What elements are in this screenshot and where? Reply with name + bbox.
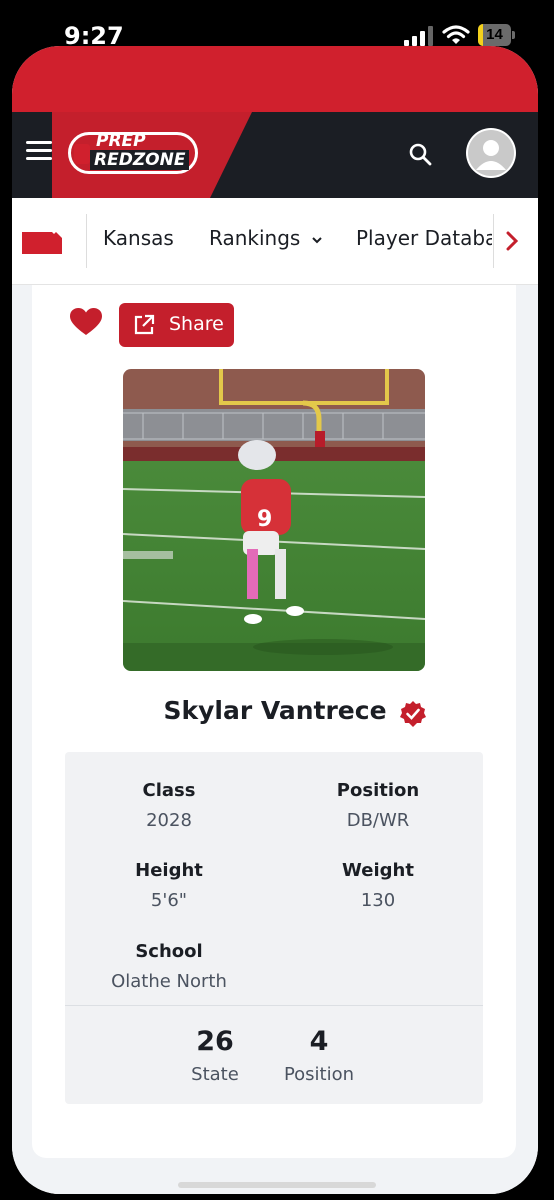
player-info-box: Class 2028 Position DB/WR Height 5'6" We… xyxy=(65,752,483,1104)
share-label: Share xyxy=(169,313,224,335)
position-rank-label: Position xyxy=(283,1064,355,1085)
logo-badge-icon xyxy=(74,144,90,164)
height-label: Height xyxy=(135,860,203,881)
subnav-divider xyxy=(86,214,87,268)
search-icon[interactable] xyxy=(408,142,432,166)
info-divider xyxy=(65,1005,483,1006)
state-rank-value: 26 xyxy=(196,1026,234,1057)
external-share-icon xyxy=(134,314,155,335)
height-value: 5'6" xyxy=(150,890,188,911)
subnav-item-player-database[interactable]: Player Databa xyxy=(356,226,492,250)
section-subnav: Kansas Rankings Player Databa xyxy=(12,198,538,285)
school-label: School xyxy=(135,941,203,962)
svg-text:9: 9 xyxy=(257,507,272,532)
chevron-right-icon[interactable] xyxy=(504,230,520,252)
position-value: DB/WR xyxy=(346,810,410,831)
app-frame: PREP REDZONE Kansas Rankings Player Data… xyxy=(12,46,538,1194)
class-value: 2028 xyxy=(146,810,192,831)
prep-redzone-logo[interactable]: PREP REDZONE xyxy=(68,131,198,180)
wifi-icon xyxy=(442,25,470,44)
weight-label: Weight xyxy=(342,860,414,881)
top-navbar: PREP REDZONE xyxy=(12,112,538,198)
verified-badge-icon xyxy=(399,701,426,727)
home-indicator[interactable] xyxy=(178,1182,376,1188)
player-name-row: Skylar Vantrece xyxy=(12,696,538,727)
subnav-item-rankings[interactable]: Rankings xyxy=(209,226,323,250)
player-photo: 9 xyxy=(123,369,425,671)
subnav-item-rankings-label: Rankings xyxy=(209,226,301,250)
status-bar: 9:27 14 xyxy=(0,0,554,52)
school-value: Olathe North xyxy=(111,971,227,992)
battery-level: 14 xyxy=(486,26,503,43)
subnav-clip: Player Databa xyxy=(342,218,492,258)
user-avatar[interactable] xyxy=(466,128,516,178)
state-rank-label: State xyxy=(191,1064,239,1085)
subnav-item-kansas[interactable]: Kansas xyxy=(103,226,174,250)
top-red-band xyxy=(12,46,538,112)
weight-value: 130 xyxy=(360,890,396,911)
kansas-state-icon[interactable] xyxy=(22,230,66,254)
position-rank-value: 4 xyxy=(309,1026,329,1057)
hamburger-menu-icon[interactable] xyxy=(26,141,52,161)
position-label: Position xyxy=(336,780,420,801)
subnav-divider-right xyxy=(493,214,494,268)
chevron-down-icon xyxy=(311,237,322,244)
favorite-heart-icon[interactable] xyxy=(70,308,102,336)
user-silhouette-icon xyxy=(468,130,514,176)
share-button[interactable]: Share xyxy=(119,303,234,347)
player-name: Skylar Vantrece xyxy=(163,696,387,725)
cellular-signal-icon xyxy=(404,26,433,46)
battery-icon: 14 xyxy=(478,24,516,46)
class-label: Class xyxy=(142,780,196,801)
